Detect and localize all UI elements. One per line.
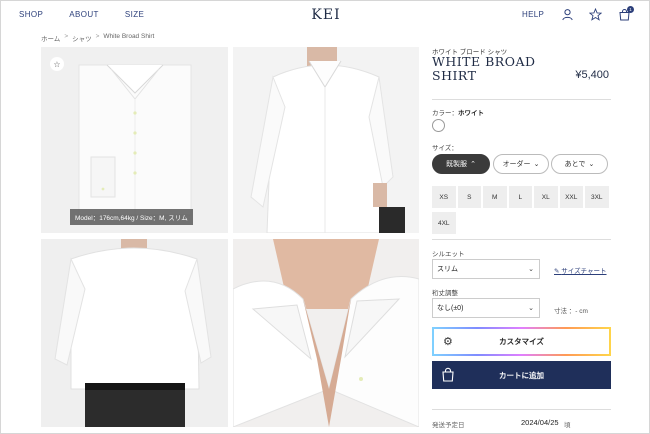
size-mode-label: あとで [564,161,586,168]
color-label: カラー：ホワイト [432,107,484,117]
breadcrumb-separator: > [95,33,100,40]
breadcrumb-current: White Broad Shirt [103,33,155,40]
silhouette-select[interactable]: スリム ⌄ [432,259,540,279]
size-option-l[interactable]: L [508,186,532,208]
divider [432,239,611,240]
star-icon[interactable] [589,8,602,21]
size-chart-label: サイズチャート [561,268,607,275]
length-select[interactable]: なし(±0) ⌄ [432,298,540,318]
breadcrumb-separator: > [64,33,69,40]
size-option-3xl[interactable]: 3XL [585,186,609,208]
silhouette-label: シルエット [432,251,465,258]
size-options-row: XS S M L XL XXL 3XL [432,186,609,208]
chevron-down-icon: ⌄ [588,161,595,168]
chevron-up-icon: ⌃ [470,161,476,168]
product-price: ¥5,400 [575,69,609,81]
divider [432,99,611,100]
size-option-xxl[interactable]: XXL [559,186,583,208]
model-caption: Model：176cm,64kg / Size：M, スリム [70,209,193,225]
shipping-date: 2024/04/25 [521,418,559,427]
add-to-cart-label: カートに追加 [499,370,544,380]
dimension-readout: 寸法 ：- cm [554,308,588,315]
size-label: サイズ： [432,145,458,152]
divider [432,409,611,410]
color-label-text: カラー： [432,110,458,117]
folded-shirt-image [78,64,192,216]
size-mode-label: 既製服 [446,161,468,168]
length-label: 裄丈調整 [432,290,458,297]
size-mode-ready-made[interactable]: 既製服 ⌃ [432,154,490,174]
customize-button[interactable]: ⚙ カスタマイズ [432,327,611,356]
site-header: SHOP ABOUT SIZE KEI HELP 1 [1,1,650,31]
shipping-label: 発送予定日 [432,422,465,429]
product-image-model-front[interactable] [233,47,419,233]
color-swatch-white[interactable] [432,119,445,132]
product-image-model-back[interactable] [41,239,228,427]
product-image-folded[interactable]: ☆ Model：176cm,64kg / Size：M, スリム [41,47,228,233]
gear-icon: ⚙ [443,336,453,348]
size-option-m[interactable]: M [483,186,507,208]
shipping-suffix: 頃 [564,422,571,429]
size-option-s[interactable]: S [457,186,481,208]
chevron-down-icon: ⌄ [528,305,534,312]
bag-icon [442,367,454,382]
size-options-row: 4XL [432,212,456,234]
size-option-4xl[interactable]: 4XL [432,212,456,234]
breadcrumb-shirts[interactable]: シャツ [72,33,92,43]
breadcrumb-home[interactable]: ホーム [41,33,60,43]
chevron-down-icon: ⌄ [528,266,534,273]
help-link[interactable]: HELP [522,10,544,19]
collar-closeup-image [233,239,419,427]
chevron-down-icon: ⌄ [533,161,540,168]
product-title: WHITE BROAD SHIRT [432,54,536,83]
model-front-image [250,47,405,233]
cart-count-badge: 1 [627,6,634,13]
size-option-xl[interactable]: XL [534,186,558,208]
size-mode-order[interactable]: オーダー ⌄ [493,154,549,174]
size-mode-label: オーダー [502,161,531,168]
breadcrumb: ホーム > シャツ > White Broad Shirt [41,33,154,43]
add-to-cart-button[interactable]: カートに追加 [432,361,611,389]
size-option-xs[interactable]: XS [432,186,456,208]
user-icon[interactable] [561,8,574,21]
color-value: ホワイト [458,110,484,117]
star-icon: ☆ [53,59,61,69]
model-back-image [54,239,212,427]
brand-logo[interactable]: KEI [1,7,650,23]
size-chart-link[interactable]: ✎ サイズチャート [554,265,607,275]
customize-label: カスタマイズ [499,337,544,346]
page-frame: SHOP ABOUT SIZE KEI HELP 1 ホーム > シャツ > W… [0,0,650,434]
length-value: なし(±0) [437,305,464,312]
product-image-collar-closeup[interactable] [233,239,419,427]
silhouette-value: スリム [437,266,458,273]
size-mode-later[interactable]: あとで ⌄ [551,154,608,174]
favorite-button[interactable]: ☆ [50,57,64,71]
